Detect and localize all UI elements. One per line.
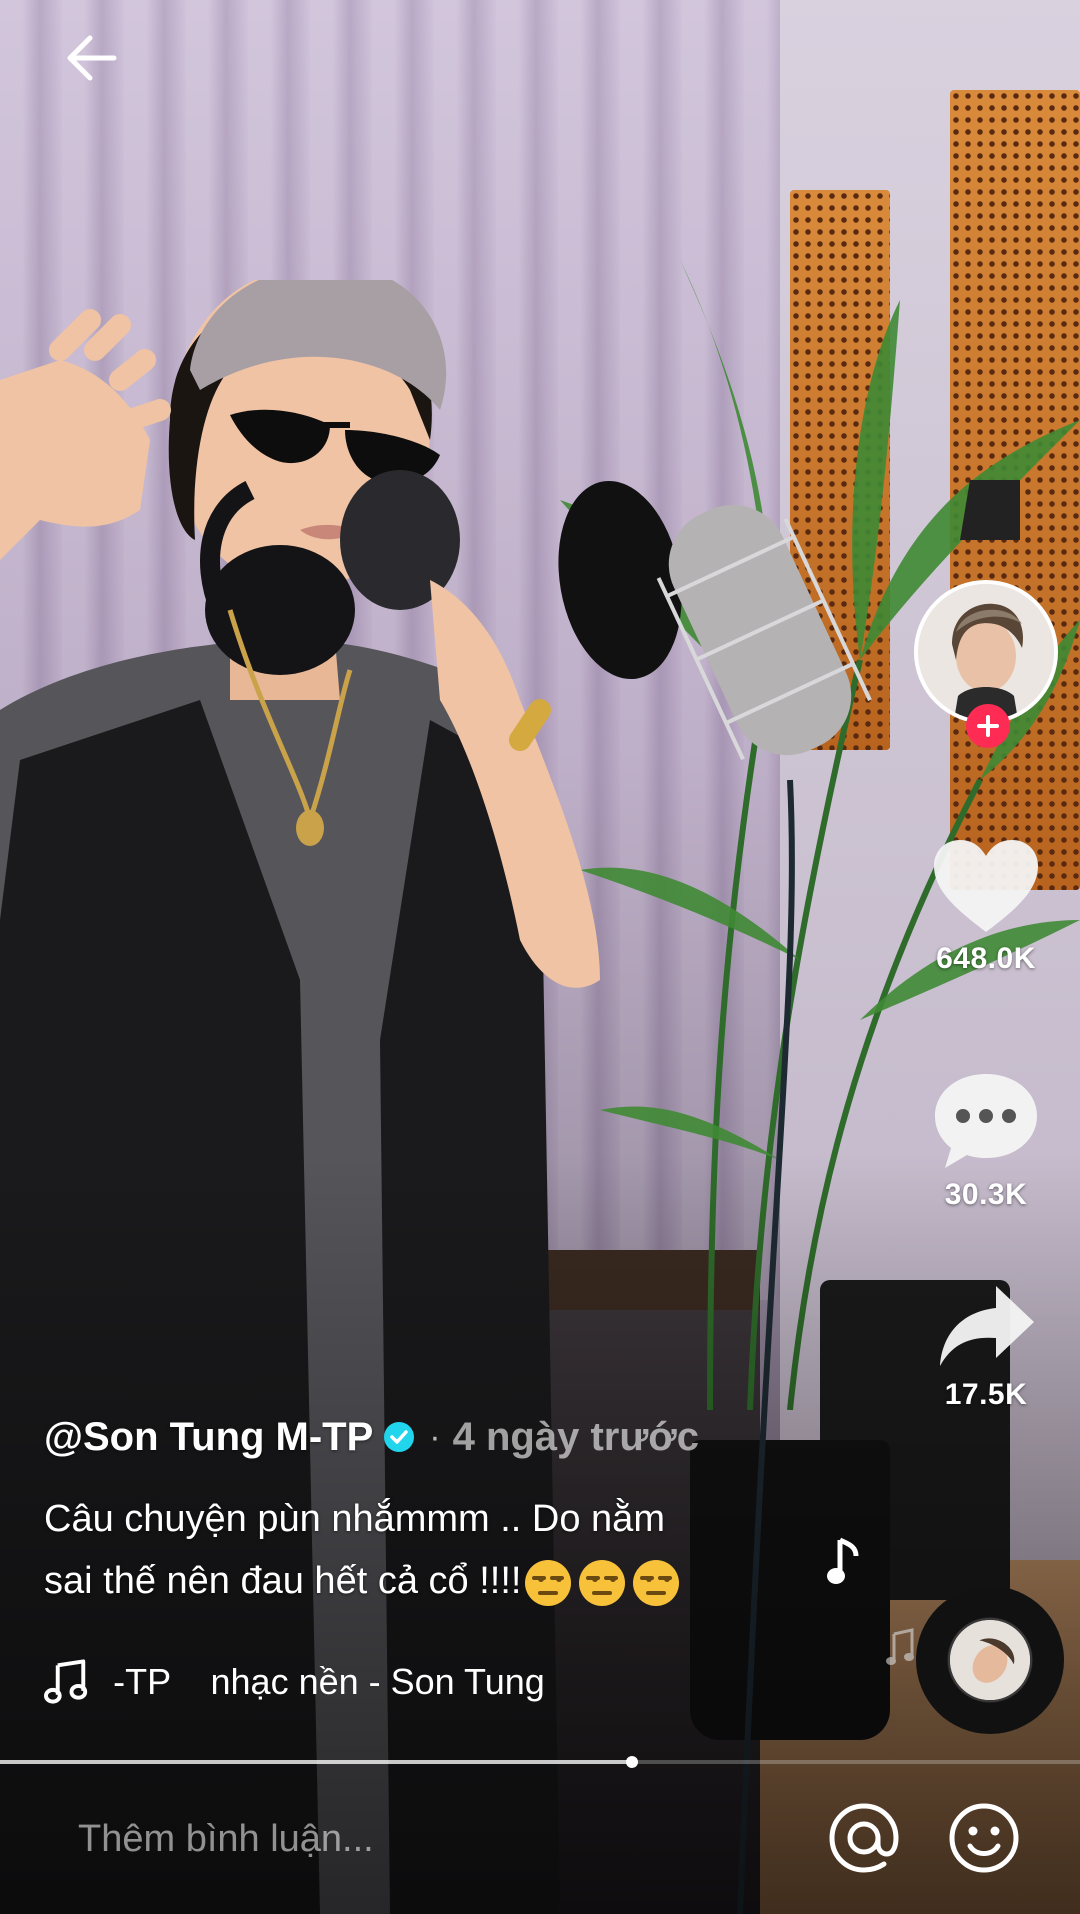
video-caption[interactable]: Câu chuyện pùn nhắmmm .. Do nằm sai thế … [44, 1488, 784, 1612]
music-marquee: -TP nhạc nền - Son Tung [113, 1661, 604, 1703]
mention-button[interactable] [826, 1800, 902, 1876]
caption-emojis [523, 1558, 681, 1608]
back-button[interactable] [56, 22, 128, 94]
emoji-button[interactable] [946, 1800, 1022, 1876]
music-disc[interactable] [916, 1586, 1064, 1734]
music-title: -TP nhạc nền - Son Tung [113, 1661, 545, 1702]
at-sign-icon [829, 1803, 899, 1873]
comment-button[interactable]: 30.3K [906, 1068, 1066, 1212]
post-time: 4 ngày trước [452, 1414, 699, 1459]
floating-note-icon [886, 1628, 914, 1665]
verified-badge-icon [384, 1422, 415, 1452]
creator-avatar-group [914, 580, 1058, 750]
share-arrow-icon [940, 1286, 1034, 1366]
comment-bubble-icon [935, 1074, 1037, 1168]
arrow-left-icon [67, 35, 117, 81]
author-username[interactable]: @Son Tung M-TP [44, 1415, 373, 1460]
heart-icon [934, 840, 1038, 932]
comment-input[interactable] [0, 1764, 800, 1914]
smiley-icon [949, 1803, 1019, 1873]
avatar-image [918, 584, 1054, 720]
music-row[interactable]: -TP nhạc nền - Son Tung [44, 1652, 604, 1712]
comment-count: 30.3K [944, 1178, 1028, 1211]
caption-line: Câu chuyện pùn nhắmmm .. Do nằm [44, 1498, 665, 1540]
follow-button[interactable] [966, 704, 1010, 748]
unamused-face-icon [579, 1559, 626, 1606]
music-note-icon [44, 1659, 88, 1704]
floating-note-icon [827, 1537, 859, 1584]
like-button[interactable]: 648.0K [906, 836, 1066, 976]
like-count: 648.0K [936, 942, 1036, 975]
music-disc-cover [950, 1620, 1030, 1700]
unamused-face-icon [633, 1559, 680, 1606]
separator-dot: · [429, 1417, 441, 1456]
caption-line-text: sai thế nên đau hết cả cổ !!!! [44, 1560, 522, 1602]
creator-avatar[interactable] [914, 580, 1058, 724]
author-line: @Son Tung M-TP · 4 ngày trước [44, 1410, 699, 1464]
comment-bar [0, 1764, 1080, 1914]
caption-line-2: sai thế nên đau hết cả cổ !!!! [44, 1550, 784, 1612]
share-button[interactable]: 17.5K [906, 1282, 1066, 1412]
plus-icon [977, 715, 999, 737]
share-count: 17.5K [944, 1378, 1028, 1411]
unamused-face-icon [525, 1559, 572, 1606]
